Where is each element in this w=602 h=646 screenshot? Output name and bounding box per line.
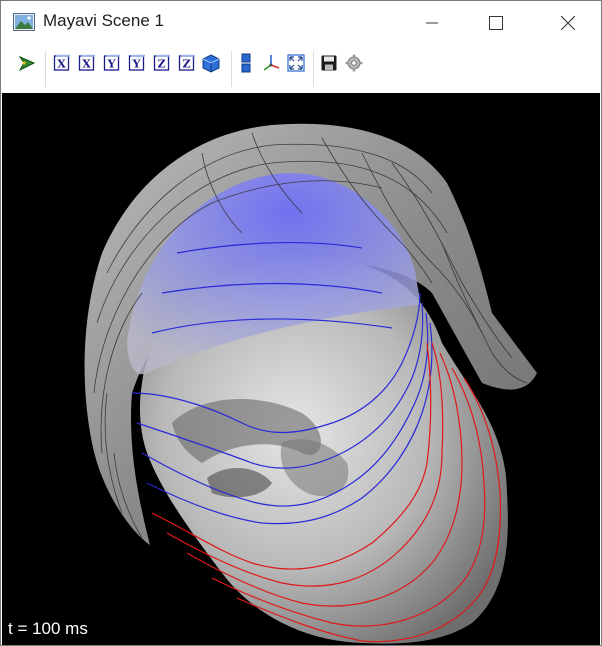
window-title: Mayavi Scene 1 — [43, 11, 164, 30]
svg-text:X: X — [82, 57, 91, 70]
app-icon — [13, 13, 35, 31]
svg-text:Y: Y — [132, 57, 141, 70]
save-icon — [321, 55, 337, 71]
time-label: t = 100 ms — [8, 619, 88, 638]
axes-toggle-button[interactable] — [260, 52, 282, 74]
close-button[interactable] — [545, 1, 591, 45]
toolbar: X X Y Y Z Z — [1, 45, 601, 94]
axes-toggle-icon — [263, 55, 280, 71]
save-button[interactable] — [318, 52, 340, 74]
view-y-plus-button[interactable]: Y — [126, 52, 148, 74]
view-x-minus-button[interactable]: X — [51, 52, 73, 74]
view-x-minus-icon: X — [53, 54, 70, 71]
view-y-minus-button[interactable]: Y — [101, 52, 123, 74]
fullscreen-icon — [287, 54, 305, 72]
scene-render — [84, 123, 537, 644]
maximize-icon — [489, 16, 503, 30]
settings-button[interactable] — [343, 52, 365, 74]
parallel-projection-button[interactable] — [235, 52, 257, 74]
parallel-projection-icon — [241, 53, 251, 73]
maximize-button[interactable] — [473, 1, 519, 45]
mayavi-window: Mayavi Scene 1 X X Y Y Z Z t = 100 ms — [0, 0, 602, 646]
svg-text:Y: Y — [107, 57, 116, 70]
view-x-plus-icon: X — [78, 54, 95, 71]
toolbar-separator — [313, 51, 314, 87]
svg-text:X: X — [57, 57, 66, 70]
svg-text:Z: Z — [182, 57, 190, 70]
view-z-minus-button[interactable]: Z — [151, 52, 173, 74]
minimize-button[interactable] — [409, 1, 455, 45]
mayavi-engine-button[interactable] — [16, 52, 38, 74]
view-y-plus-icon: Y — [128, 54, 145, 71]
toolbar-separator — [231, 51, 232, 87]
svg-text:Z: Z — [157, 57, 165, 70]
view-z-minus-icon: Z — [153, 54, 170, 71]
minimize-icon — [426, 22, 438, 24]
isometric-view-button[interactable] — [200, 52, 222, 74]
mayavi-logo-icon — [18, 55, 36, 72]
title-bar[interactable]: Mayavi Scene 1 — [1, 1, 601, 45]
close-icon — [561, 16, 575, 30]
fullscreen-button[interactable] — [285, 52, 307, 74]
view-z-plus-icon: Z — [178, 54, 195, 71]
settings-icon — [345, 54, 363, 72]
view-z-plus-button[interactable]: Z — [176, 52, 198, 74]
toolbar-separator — [45, 51, 46, 87]
view-y-minus-icon: Y — [103, 54, 120, 71]
isometric-view-icon — [202, 54, 220, 73]
view-x-plus-button[interactable]: X — [76, 52, 98, 74]
3d-scene-viewport[interactable]: t = 100 ms — [2, 93, 600, 645]
